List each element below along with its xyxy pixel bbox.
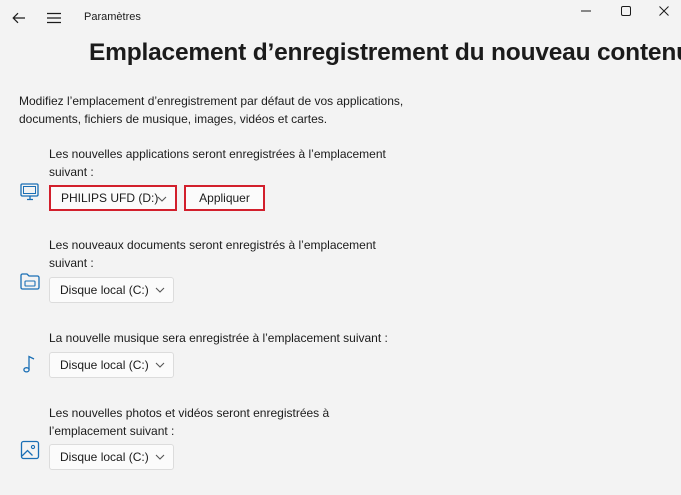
back-arrow-icon[interactable] [10, 9, 28, 27]
music-drive-dropdown[interactable]: Disque local (C:) [49, 352, 174, 378]
documents-drive-dropdown[interactable]: Disque local (C:) [49, 277, 174, 303]
music-drive-selected: Disque local (C:) [60, 358, 149, 372]
page-title: Emplacement d’enregistrement du nouveau … [89, 39, 681, 66]
window-title: Paramètres [84, 11, 141, 23]
maximize-icon[interactable] [609, 2, 643, 20]
photos-drive-dropdown[interactable]: Disque local (C:) [49, 444, 174, 470]
folder-drive-icon [19, 270, 41, 292]
apps-location-label: Les nouvelles applications seront enregi… [49, 147, 386, 179]
music-note-icon [19, 353, 41, 375]
apply-button[interactable]: Appliquer [184, 185, 265, 211]
picture-icon [19, 439, 41, 461]
chevron-down-icon [155, 454, 165, 460]
hamburger-menu-icon[interactable] [45, 9, 63, 27]
photos-location-label: Les nouvelles photos et vidéos seront en… [49, 406, 330, 438]
chevron-down-icon [157, 196, 167, 202]
apps-drive-selected: PHILIPS UFD (D:) [61, 191, 159, 205]
title-bar: Paramètres [0, 0, 681, 36]
photos-drive-selected: Disque local (C:) [60, 450, 149, 464]
computer-monitor-icon [19, 181, 41, 203]
close-icon[interactable] [647, 2, 681, 20]
documents-location-label: Les nouveaux documents seront enregistré… [49, 238, 376, 270]
music-location-label: La nouvelle musique sera enregistrée à l… [49, 331, 388, 345]
documents-drive-selected: Disque local (C:) [60, 283, 149, 297]
chevron-down-icon [155, 362, 165, 368]
minimize-icon[interactable] [569, 2, 603, 20]
intro-description: Modifiez l’emplacement d’enregistrement … [19, 94, 404, 126]
chevron-down-icon [155, 287, 165, 293]
apps-drive-dropdown[interactable]: PHILIPS UFD (D:) [49, 185, 177, 211]
